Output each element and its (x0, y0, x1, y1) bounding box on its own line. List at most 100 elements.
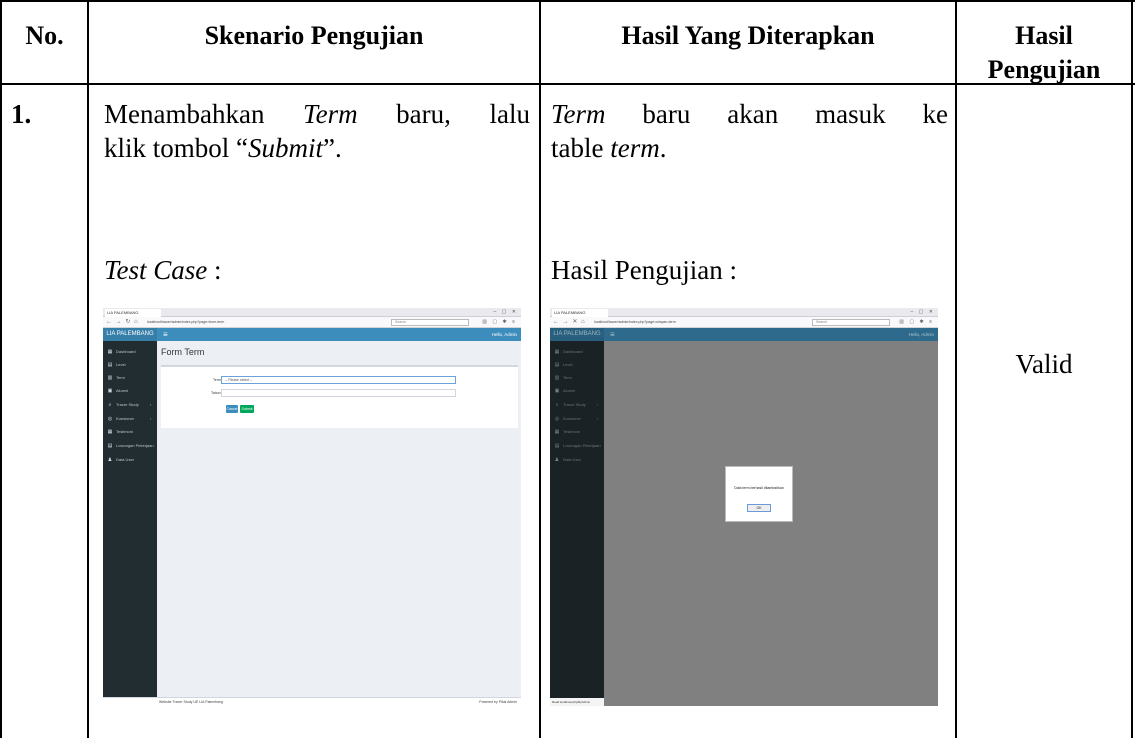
column-divider-2 (539, 0, 541, 738)
user-greeting[interactable]: Hello, Admin (909, 328, 934, 341)
url-bar[interactable]: localhost/tracer/admin/index.php?page=fo… (147, 319, 357, 326)
user-greeting[interactable]: Hello, Admin (492, 328, 517, 341)
sidebar-item-dashboard[interactable]: ▦ Dashboard (550, 346, 604, 358)
diterapkan-text-a: baru akan masuk ke (605, 99, 948, 129)
sidebar-label: Kuesioner (563, 416, 582, 421)
header-skenario: Skenario Pengujian (204, 21, 424, 50)
app-header: LIA PALEMBANG ≡ Hello, Admin (550, 328, 938, 341)
sidebar-label: Kuesioner (116, 416, 135, 421)
data-user-icon: ♟ (107, 457, 113, 463)
form-box: Term -- Please select -- Tahun Cancel Su… (161, 365, 518, 428)
term-select[interactable]: -- Please select -- (221, 376, 456, 384)
browser-tab[interactable]: LIA PALEMBANG (105, 309, 161, 317)
test-case-italic: Test Case (104, 255, 208, 285)
term-field-label: Term (213, 378, 221, 382)
header-hasil-diterapkan: Hasil Yang Diterapkan (621, 21, 875, 50)
chevron-left-icon: ‹ (150, 402, 152, 407)
lowongan-icon: ▤ (554, 443, 560, 449)
header-no: No. (25, 21, 64, 50)
kuesioner-icon: ◎ (554, 416, 560, 422)
sidebar-item-data-user[interactable]: ♟ Data User (103, 454, 157, 466)
browser-navbar: ← → ↻ ⌂ localhost/tracer/admin/index.php… (103, 317, 521, 328)
cancel-button[interactable]: Cancel (226, 405, 238, 413)
sidebar-item-lowongan[interactable]: ▤ Lowongan Pekerjaan (550, 440, 604, 452)
skenario-text-d: ”. (323, 133, 342, 163)
screenshot-form-term: LIA PALEMBANG – ▢ ✕ ← → ↻ ⌂ localhost/tr… (103, 308, 521, 706)
sidebar-item-dashboard[interactable]: ▦ Dashboard (103, 346, 157, 358)
sidebar-item-testimoni[interactable]: ▦ Testimoni (550, 426, 604, 438)
sidebar-label: Level (116, 362, 126, 367)
lowongan-icon: ▤ (107, 443, 113, 449)
content-area: Form Term Term -- Please select -- Tahun… (157, 341, 521, 706)
browser-search-input[interactable]: Search (391, 319, 469, 326)
table-border-left (0, 0, 2, 738)
skenario-text-a: Menambahkan (104, 99, 304, 129)
sidebar: ▦ Dashboard ▤ Level ▥ Term ▣ Alumni ⌕ Tracer … (103, 341, 157, 706)
row-number: 1. (11, 99, 32, 129)
alert-ok-button[interactable]: OK (747, 504, 771, 512)
modal-overlay (604, 341, 938, 706)
sidebar-item-term[interactable]: ▥ Term (550, 372, 604, 384)
sidebar-label: Alumni (116, 388, 129, 393)
sidebar: ▦ Dashboard ▤ Level ▥ Term ▣ Alumni ⌕ Tracer … (550, 341, 604, 706)
sidebar-item-kuesioner[interactable]: ◎ Kuesioner ‹ (550, 413, 604, 425)
browser-search-input[interactable]: Search (812, 319, 890, 326)
nav-buttons-icon[interactable]: ← → ↻ ⌂ (106, 317, 139, 328)
sidebar-item-tracer-study[interactable]: ⌕ Tracer Study ‹ (103, 399, 157, 411)
test-case-colon: : (207, 255, 222, 285)
browser-tab[interactable]: LIA PALEMBANG (552, 309, 608, 317)
footer-right-text[interactable]: Powered by Pikal Admin (479, 698, 517, 706)
browser-tabbar: LIA PALEMBANG – ▢ ✕ (550, 308, 938, 317)
window-controls-icon[interactable]: – ▢ ✕ (494, 308, 518, 317)
browser-tools-icon[interactable]: ▥ ▢ ✱ ≡ (482, 317, 517, 328)
chevron-left-icon: ‹ (150, 416, 152, 421)
sidebar-item-tracer-study[interactable]: ⌕ Tracer Study ‹ (550, 399, 604, 411)
sidebar-item-kuesioner[interactable]: ◎ Kuesioner ‹ (103, 413, 157, 425)
url-bar[interactable]: localhost/tracer/admin/index.php?page=si… (594, 319, 804, 326)
sidebar-label: Dashboard (116, 349, 136, 354)
screenshot-result: LIA PALEMBANG – ▢ ✕ ← → ✕ ⌂ localhost/tr… (550, 308, 938, 706)
diterapkan-text-c: . (659, 133, 667, 163)
skenario-text-c: klik tombol “ (104, 133, 248, 163)
level-icon: ▤ (554, 362, 560, 368)
sidebar-label: Tracer Study (116, 402, 139, 407)
sidebar-item-lowongan[interactable]: ▤ Lowongan Pekerjaan (103, 440, 157, 452)
sidebar-item-data-user[interactable]: ♟ Data User (550, 454, 604, 466)
diterapkan-term-2: term (610, 133, 660, 163)
sidebar-item-alumni[interactable]: ▣ Alumni (550, 385, 604, 397)
menu-toggle-icon[interactable]: ≡ (610, 328, 615, 341)
sidebar-label: Data User (563, 457, 582, 462)
dashboard-icon: ▦ (554, 349, 560, 355)
diterapkan-line2: table term. (551, 131, 666, 165)
sidebar-label: Data User (116, 457, 135, 462)
sidebar-label: Term (563, 375, 572, 380)
footer-left-text: Website Tracer Study UE LIA Palembang (159, 700, 223, 704)
app-footer: Website Tracer Study UE LIA Palembang Po… (103, 697, 521, 706)
app-brand[interactable]: LIA PALEMBANG (103, 328, 157, 341)
alumni-icon: ▣ (554, 388, 560, 394)
window-controls-icon[interactable]: – ▢ ✕ (911, 308, 935, 317)
table-border-right (1131, 0, 1133, 738)
header-hasil-pengujian-line2: Pengujian (987, 55, 1101, 84)
app-brand[interactable]: LIA PALEMBANG (550, 328, 604, 341)
nav-buttons-icon[interactable]: ← → ✕ ⌂ (553, 317, 586, 328)
sidebar-label: Term (116, 375, 125, 380)
sidebar-item-testimoni[interactable]: ▦ Testimoni (103, 426, 157, 438)
alert-dialog: Data term berhasil ditambahkan OK (725, 466, 793, 522)
sidebar-item-alumni[interactable]: ▣ Alumni (103, 385, 157, 397)
skenario-line2: klik tombol “Submit”. (104, 131, 342, 165)
app-header: LIA PALEMBANG ≡ Hello, Admin (103, 328, 521, 341)
sidebar-item-level[interactable]: ▤ Level (550, 359, 604, 371)
menu-toggle-icon[interactable]: ≡ (163, 328, 168, 341)
submit-button[interactable]: Submit (240, 405, 254, 413)
sidebar-item-level[interactable]: ▤ Level (103, 359, 157, 371)
tahun-input[interactable] (221, 389, 456, 397)
diterapkan-term: Term (551, 99, 606, 129)
sidebar-item-term[interactable]: ▥ Term (103, 372, 157, 384)
browser-tools-icon[interactable]: ▥ ▢ ✱ ≡ (899, 317, 934, 328)
chevron-left-icon: ‹ (597, 416, 599, 421)
chevron-left-icon: ‹ (597, 402, 599, 407)
tracer-study-icon: ⌕ (108, 402, 112, 408)
kuesioner-icon: ◎ (107, 416, 113, 422)
sidebar-label: Lowongan Pekerjaan (116, 443, 154, 448)
